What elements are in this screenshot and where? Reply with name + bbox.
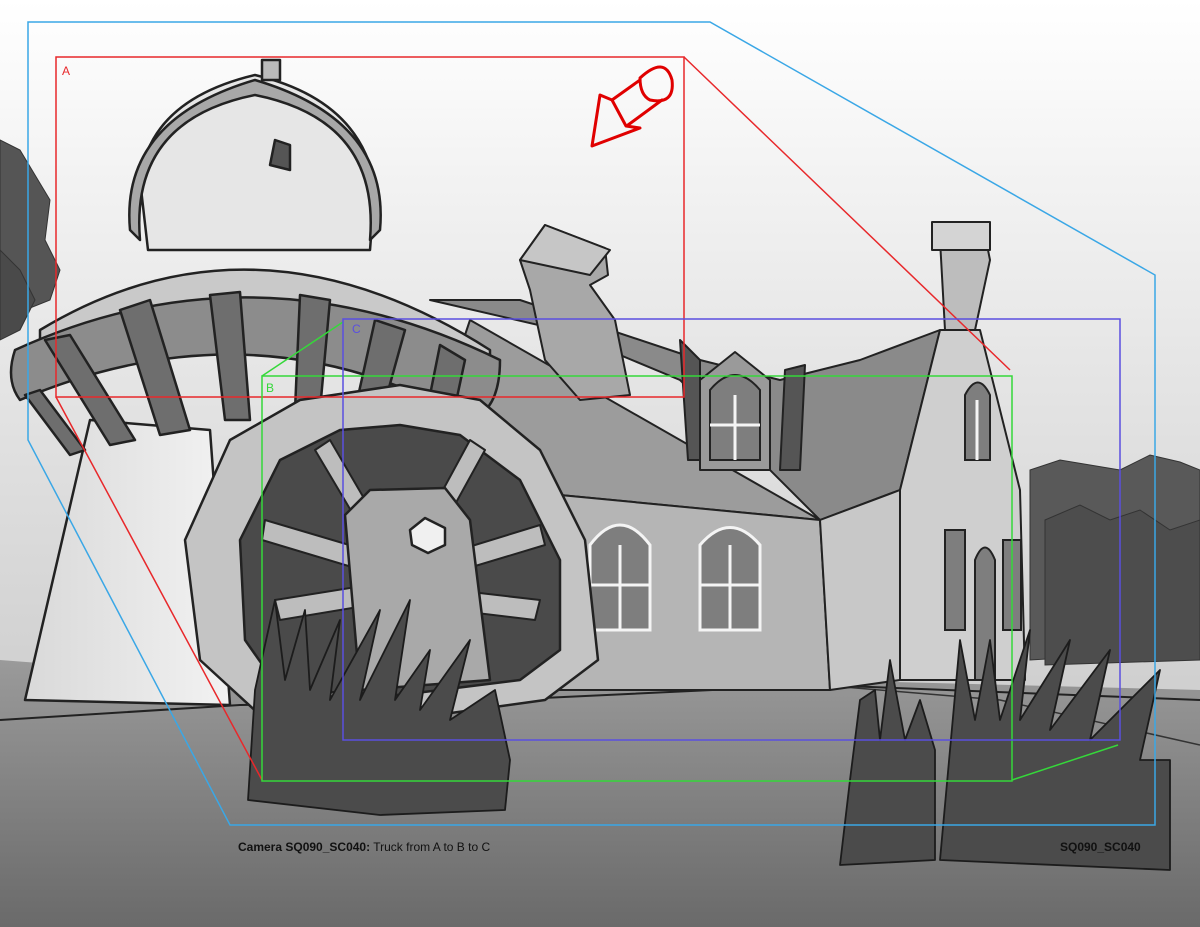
camera-name: Camera SQ090_SC040: <box>238 840 371 854</box>
caption-left: Camera SQ090_SC040: Truck from A to B to… <box>238 838 490 856</box>
frame-c-label: C <box>352 322 361 336</box>
frame-a-label: A <box>62 64 70 78</box>
camera-move-description: Truck from A to B to C <box>373 840 491 854</box>
frame-b-label: B <box>266 381 274 395</box>
scene-illustration: A B C <box>0 0 1200 927</box>
shot-code: SQ090_SC040 <box>1060 840 1141 854</box>
storyboard-panel: A B C Camera SQ090_SC040: Truck from A t… <box>0 0 1200 927</box>
